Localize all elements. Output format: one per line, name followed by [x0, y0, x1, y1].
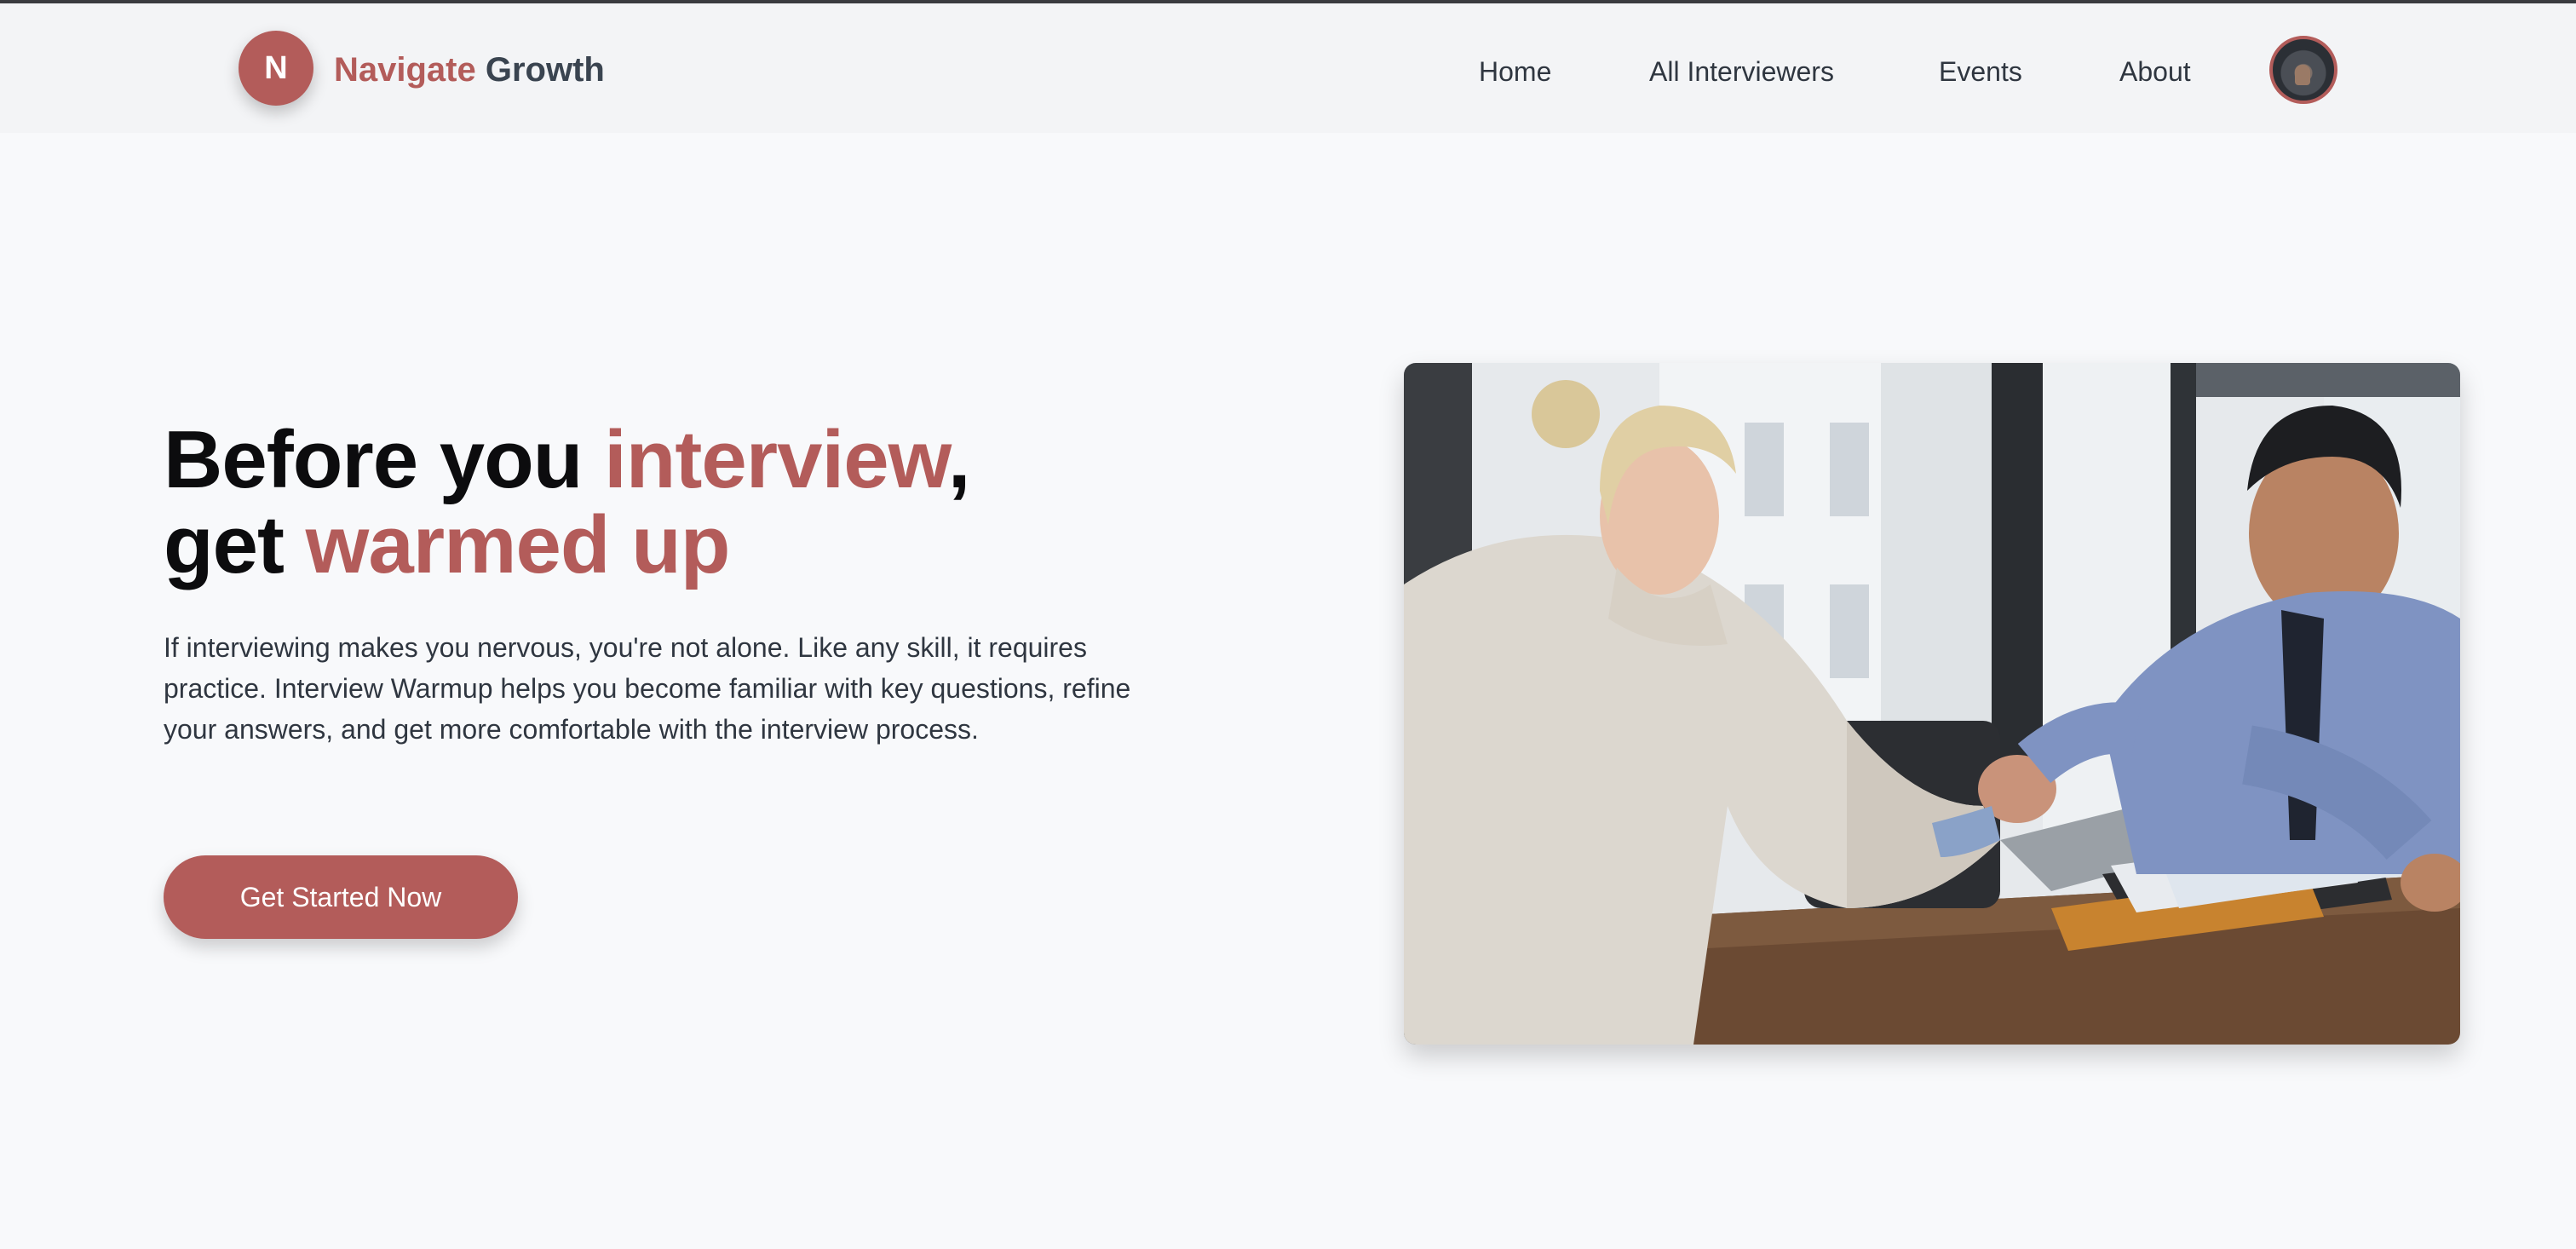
hero-title-accent1: interview — [604, 414, 949, 505]
hero-title: Before you interview, get warmed up — [164, 417, 1271, 588]
nav-link-all-interviewers[interactable]: All Interviewers — [1649, 53, 1834, 90]
brand-name-part1: Navigate — [334, 51, 476, 89]
hero-title-accent2: warmed up — [305, 499, 731, 590]
brand-name-part2: Growth — [485, 51, 605, 89]
navbar: N Navigate Growth Home All Interviewers … — [0, 3, 2576, 133]
hero-description: If interviewing makes you nervous, you'r… — [164, 632, 1131, 745]
handshake-photo-illustration — [1404, 363, 2460, 1045]
logo-letter: N — [264, 49, 288, 86]
nav-link-events[interactable]: Events — [1939, 53, 2022, 90]
logo-badge[interactable]: N — [239, 31, 313, 106]
hero-title-part1: Before you — [164, 414, 605, 505]
user-avatar-icon[interactable] — [2269, 36, 2337, 104]
brand-name[interactable]: Navigate Growth — [334, 48, 605, 92]
nav-link-about[interactable]: About — [2119, 53, 2191, 90]
hero-title-part2: , — [947, 414, 971, 505]
hero-image — [1404, 363, 2460, 1045]
get-started-button[interactable]: Get Started Now — [164, 855, 518, 939]
nav-link-home[interactable]: Home — [1479, 53, 1551, 90]
hero-title-part3: get — [164, 499, 306, 590]
avatar-figure — [2295, 65, 2310, 85]
